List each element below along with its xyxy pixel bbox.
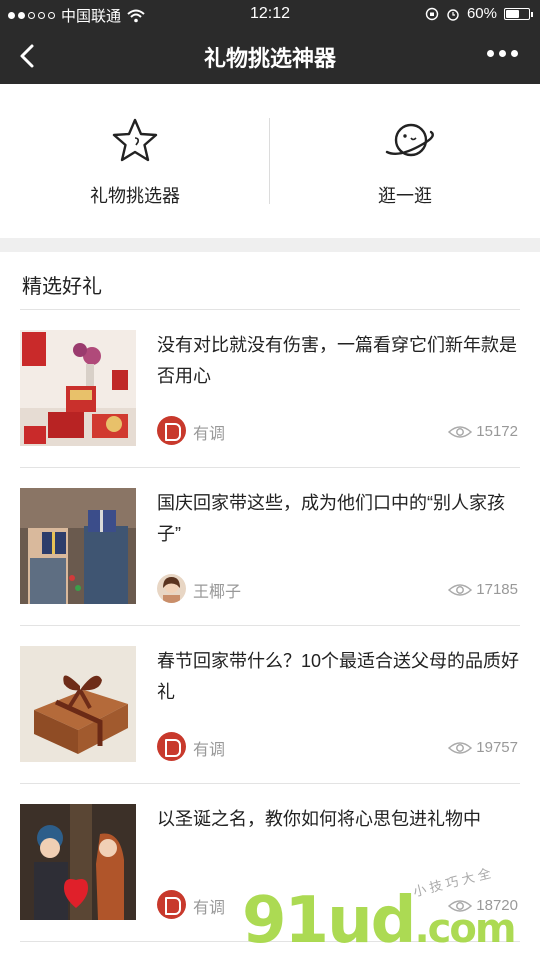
watermark-main: 91ud (242, 884, 416, 958)
article-title[interactable]: 没有对比就没有伤害，一篇看穿它们新年款是否用心 (157, 330, 520, 392)
battery-percent: 60% (466, 5, 497, 22)
author-avatar (157, 574, 186, 603)
status-bar: 中国联通 12:12 60% (0, 0, 540, 28)
view-count-value: 15172 (476, 423, 518, 440)
watermark-suffix: .com (414, 906, 516, 952)
author-avatar (157, 890, 186, 919)
author-name: 王椰子 (193, 584, 242, 601)
view-count-value: 19757 (476, 739, 518, 756)
view-count-value: 17185 (476, 581, 518, 598)
article-title[interactable]: 国庆回家带这些，成为他们口中的“别人家孩子” (157, 488, 520, 550)
article-item[interactable]: 国庆回家带这些，成为他们口中的“别人家孩子” 王椰子 17185 (20, 468, 520, 626)
author-name: 有调 (193, 426, 226, 443)
status-right: 60% (425, 5, 533, 22)
entry-panel: 礼物挑选器 逛一逛 (0, 84, 540, 238)
article-thumbnail[interactable] (20, 488, 136, 604)
top-bar: 中国联通 12:12 60% 礼物挑选神器 (0, 0, 540, 84)
author-avatar (157, 416, 186, 445)
view-count: 19757 (448, 739, 518, 756)
view-count: 15172 (448, 423, 518, 440)
article-thumbnail[interactable] (20, 330, 136, 446)
more-icon[interactable] (487, 50, 518, 57)
battery-fill (506, 9, 520, 18)
page-title: 礼物挑选神器 (203, 46, 336, 71)
nav-bar: 礼物挑选神器 (0, 28, 540, 84)
author-name: 有调 (193, 900, 226, 917)
article-thumbnail[interactable] (20, 646, 136, 762)
article-thumbnail[interactable] (20, 804, 136, 920)
alarm-icon (447, 8, 459, 21)
view-count: 17185 (448, 581, 518, 598)
article-item[interactable]: 没有对比就没有伤害，一篇看穿它们新年款是否用心 有调 15172 (20, 310, 520, 468)
section-title: 精选好礼 (22, 276, 102, 298)
entry-browse[interactable]: 逛一逛 (270, 84, 540, 238)
article-title[interactable]: 春节回家带什么？10个最适合送父母的品质好礼 (157, 646, 520, 708)
entry-label: 逛一逛 (378, 186, 432, 206)
eye-icon (448, 583, 473, 596)
entry-gift-picker[interactable]: 礼物挑选器 (0, 84, 270, 238)
section-gap (0, 238, 540, 252)
watermark-logo: 91ud.com (242, 884, 517, 958)
eye-icon (448, 741, 473, 754)
planet-icon (385, 123, 434, 157)
article-item[interactable]: 春节回家带什么？10个最适合送父母的品质好礼 有调 19757 (20, 626, 520, 784)
author-avatar (157, 732, 186, 761)
article-title[interactable]: 以圣诞之名，教你如何将心思包进礼物中 (157, 804, 520, 835)
star-icon (112, 118, 158, 162)
author-name: 有调 (193, 742, 226, 759)
battery-icon (504, 7, 533, 20)
orientation-lock-icon (425, 7, 439, 20)
entry-label: 礼物挑选器 (90, 186, 180, 206)
eye-icon (448, 425, 473, 438)
